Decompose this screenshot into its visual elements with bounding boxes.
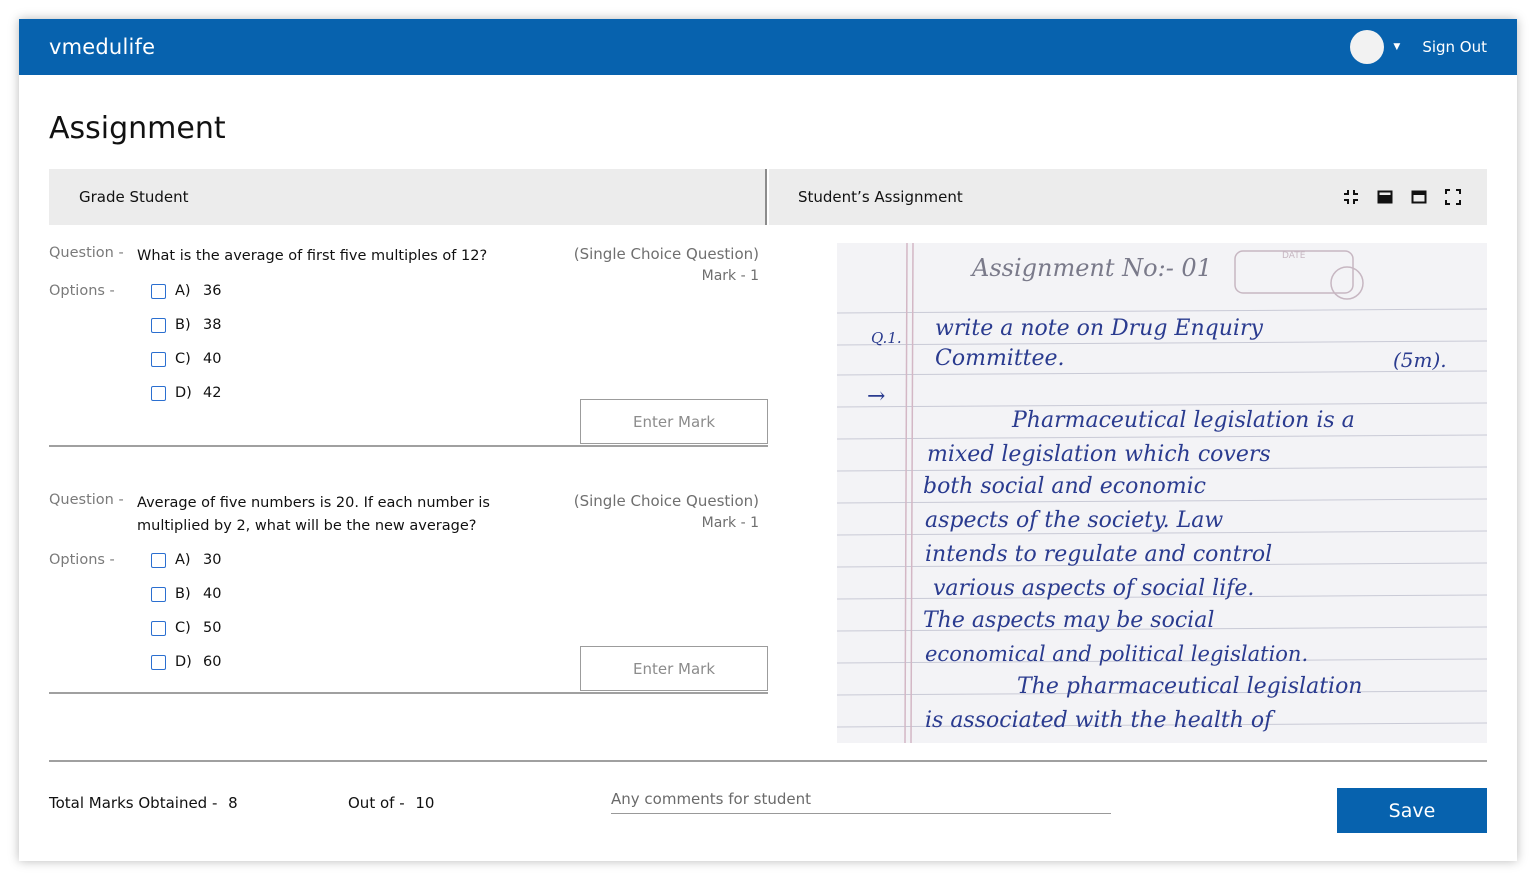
- grade-student-header: Grade Student: [49, 169, 767, 225]
- arrow-mark: →: [867, 384, 885, 409]
- question-card-2: Question - Average of five numbers is 20…: [49, 492, 769, 694]
- option-b[interactable]: B) 38: [151, 317, 221, 333]
- date-label: DATE: [1282, 251, 1306, 261]
- hw-line: various aspects of social life.: [933, 576, 1254, 601]
- option-a[interactable]: A) 36: [151, 283, 221, 299]
- question-text: Average of five numbers is 20. If each n…: [137, 495, 490, 534]
- split-top-icon[interactable]: [1411, 189, 1427, 205]
- sign-out-link[interactable]: Sign Out: [1422, 38, 1487, 56]
- top-navbar: vmedulife ▼ Sign Out: [19, 19, 1517, 75]
- fullscreen-icon[interactable]: [1445, 189, 1461, 205]
- hw-line: The aspects may be social: [923, 608, 1214, 633]
- question-divider: [49, 692, 768, 694]
- option-letter: B): [175, 317, 191, 333]
- question-type: (Single Choice Question): [573, 492, 759, 510]
- options-label: Options -: [49, 283, 115, 299]
- option-checkbox[interactable]: [151, 283, 166, 299]
- option-checkbox[interactable]: [151, 385, 166, 401]
- question-label: Question -: [49, 245, 124, 261]
- question-type: (Single Choice Question): [573, 245, 759, 263]
- hw-line: is associated with the health of: [925, 708, 1276, 733]
- comments-input[interactable]: [611, 784, 1111, 814]
- option-a[interactable]: A) 30: [151, 552, 221, 568]
- hw-line: Pharmaceutical legislation is a: [1011, 408, 1355, 433]
- question-divider: [49, 445, 768, 447]
- option-b[interactable]: B) 40: [151, 586, 221, 602]
- notebook-page: DATE Assignment No:- 01 Q.1. write a not…: [837, 243, 1487, 743]
- option-value: 40: [203, 351, 222, 367]
- option-checkbox[interactable]: [151, 620, 166, 636]
- hw-line: mixed legislation which covers: [927, 442, 1271, 467]
- question-label: Question -: [49, 492, 124, 508]
- total-marks-label: Total Marks Obtained -: [49, 794, 218, 812]
- question-mark: Mark - 1: [701, 268, 759, 284]
- total-marks: Total Marks Obtained - 8: [49, 794, 238, 812]
- option-letter: B): [175, 586, 191, 602]
- hw-line: economical and political legislation.: [925, 642, 1308, 666]
- hw-marks: (5m).: [1393, 348, 1447, 372]
- enter-mark-input[interactable]: [580, 399, 768, 444]
- option-letter: C): [175, 351, 191, 367]
- student-assignment-title: Student’s Assignment: [798, 188, 963, 206]
- hw-line: intends to regulate and control: [925, 542, 1272, 567]
- assignment-page-image: DATE Assignment No:- 01 Q.1. write a not…: [837, 243, 1487, 743]
- save-button[interactable]: Save: [1337, 788, 1487, 833]
- split-bottom-icon[interactable]: [1377, 189, 1393, 205]
- hw-question-line: Committee.: [935, 346, 1065, 371]
- collapse-icon[interactable]: [1343, 189, 1359, 205]
- option-checkbox[interactable]: [151, 586, 166, 602]
- option-letter: A): [175, 552, 191, 568]
- option-d[interactable]: D) 42: [151, 385, 221, 401]
- option-letter: D): [175, 654, 192, 670]
- option-value: 50: [203, 620, 222, 636]
- out-of: Out of - 10: [348, 794, 434, 812]
- option-value: 38: [203, 317, 222, 333]
- total-marks-value: 8: [228, 794, 238, 812]
- user-menu: ▼ Sign Out: [1350, 30, 1487, 64]
- out-of-value: 10: [415, 794, 435, 812]
- option-checkbox[interactable]: [151, 351, 166, 367]
- hw-question-line: write a note on Drug Enquiry: [935, 316, 1263, 341]
- option-value: 40: [203, 586, 222, 602]
- assignment-heading: Assignment No:- 01: [970, 254, 1212, 282]
- option-c[interactable]: C) 40: [151, 351, 221, 367]
- out-of-label: Out of -: [348, 794, 405, 812]
- enter-mark-input[interactable]: [580, 646, 768, 691]
- option-value: 36: [203, 283, 222, 299]
- hw-line: aspects of the society. Law: [925, 508, 1223, 533]
- app-window: vmedulife ▼ Sign Out Assignment Grade St…: [19, 19, 1517, 861]
- chevron-down-icon[interactable]: ▼: [1393, 42, 1400, 52]
- question-text: What is the average of first five multip…: [137, 248, 488, 264]
- option-letter: C): [175, 620, 191, 636]
- option-checkbox[interactable]: [151, 317, 166, 333]
- option-value: 30: [203, 552, 222, 568]
- option-value: 60: [203, 654, 222, 670]
- view-controls: [1343, 189, 1461, 205]
- hw-line: The pharmaceutical legislation: [1017, 674, 1362, 699]
- option-value: 42: [203, 385, 222, 401]
- student-assignment-header: Student’s Assignment: [769, 169, 1487, 225]
- option-d[interactable]: D) 60: [151, 654, 221, 670]
- option-c[interactable]: C) 50: [151, 620, 221, 636]
- option-letter: A): [175, 283, 191, 299]
- brand-logo[interactable]: vmedulife: [49, 35, 155, 59]
- question-mark: Mark - 1: [701, 515, 759, 531]
- hw-line: both social and economic: [923, 474, 1206, 499]
- question-marker: Q.1.: [871, 329, 902, 347]
- options-label: Options -: [49, 552, 115, 568]
- option-checkbox[interactable]: [151, 552, 166, 568]
- option-checkbox[interactable]: [151, 654, 166, 670]
- question-card-1: Question - What is the average of first …: [49, 245, 769, 447]
- page-title: Assignment: [49, 111, 226, 146]
- footer-divider: [49, 760, 1487, 762]
- option-letter: D): [175, 385, 192, 401]
- avatar[interactable]: [1350, 30, 1385, 64]
- grade-student-title: Grade Student: [79, 188, 189, 206]
